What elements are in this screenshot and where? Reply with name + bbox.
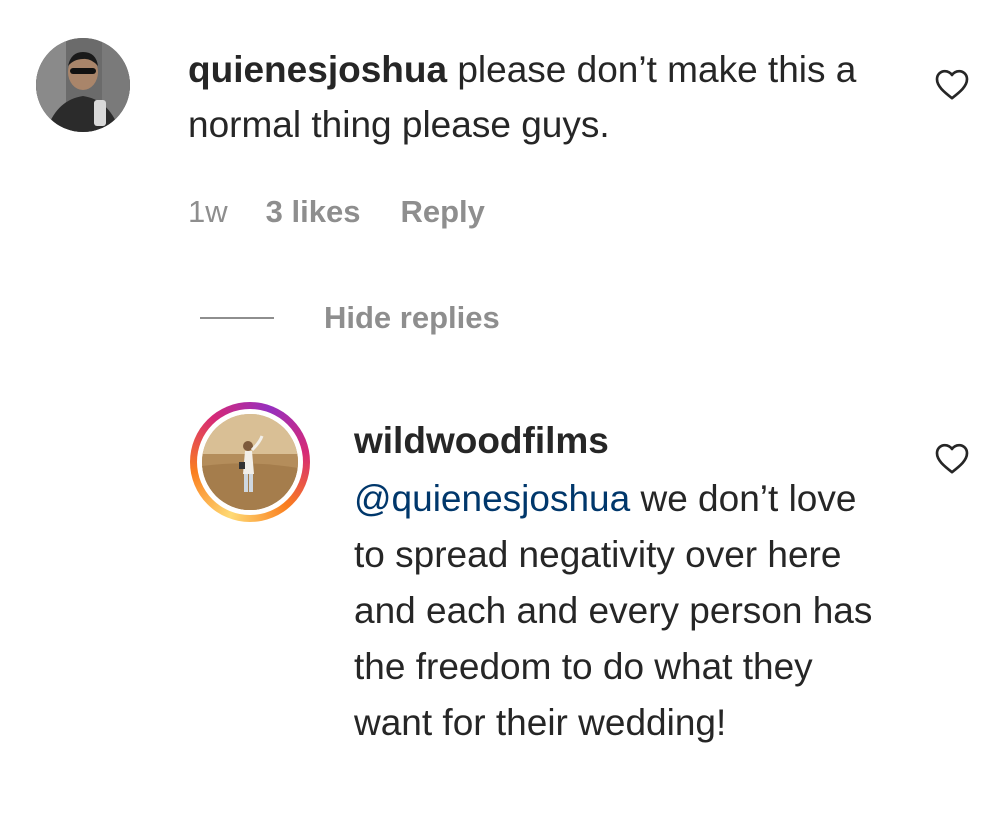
avatar-ring-gap — [197, 409, 303, 515]
mention-link[interactable]: @quienesjoshua — [354, 478, 630, 519]
hide-replies-button[interactable]: Hide replies — [200, 296, 500, 340]
reply-username[interactable]: wildwoodfilms — [354, 416, 609, 466]
avatar[interactable] — [36, 38, 130, 132]
avatar — [202, 414, 298, 510]
comment: quienesjoshua please don’t make this a n… — [0, 0, 992, 260]
comment-username[interactable]: quienesjoshua — [188, 49, 447, 90]
comment-meta: 1w 3 likes Reply — [188, 192, 485, 232]
heart-outline-icon[interactable] — [932, 64, 972, 104]
divider-line — [200, 317, 274, 319]
likes-count-button[interactable]: 3 likes — [266, 194, 361, 230]
comment-text: quienesjoshua please don’t make this a n… — [188, 42, 888, 152]
story-ring-avatar[interactable] — [190, 402, 310, 522]
reply-text: @quienesjoshua we don’t love to spread n… — [354, 471, 894, 751]
hide-replies-label: Hide replies — [324, 300, 500, 335]
heart-outline-icon[interactable] — [932, 438, 972, 478]
reply-button[interactable]: Reply — [400, 194, 484, 230]
comment-timestamp[interactable]: 1w — [188, 194, 228, 230]
